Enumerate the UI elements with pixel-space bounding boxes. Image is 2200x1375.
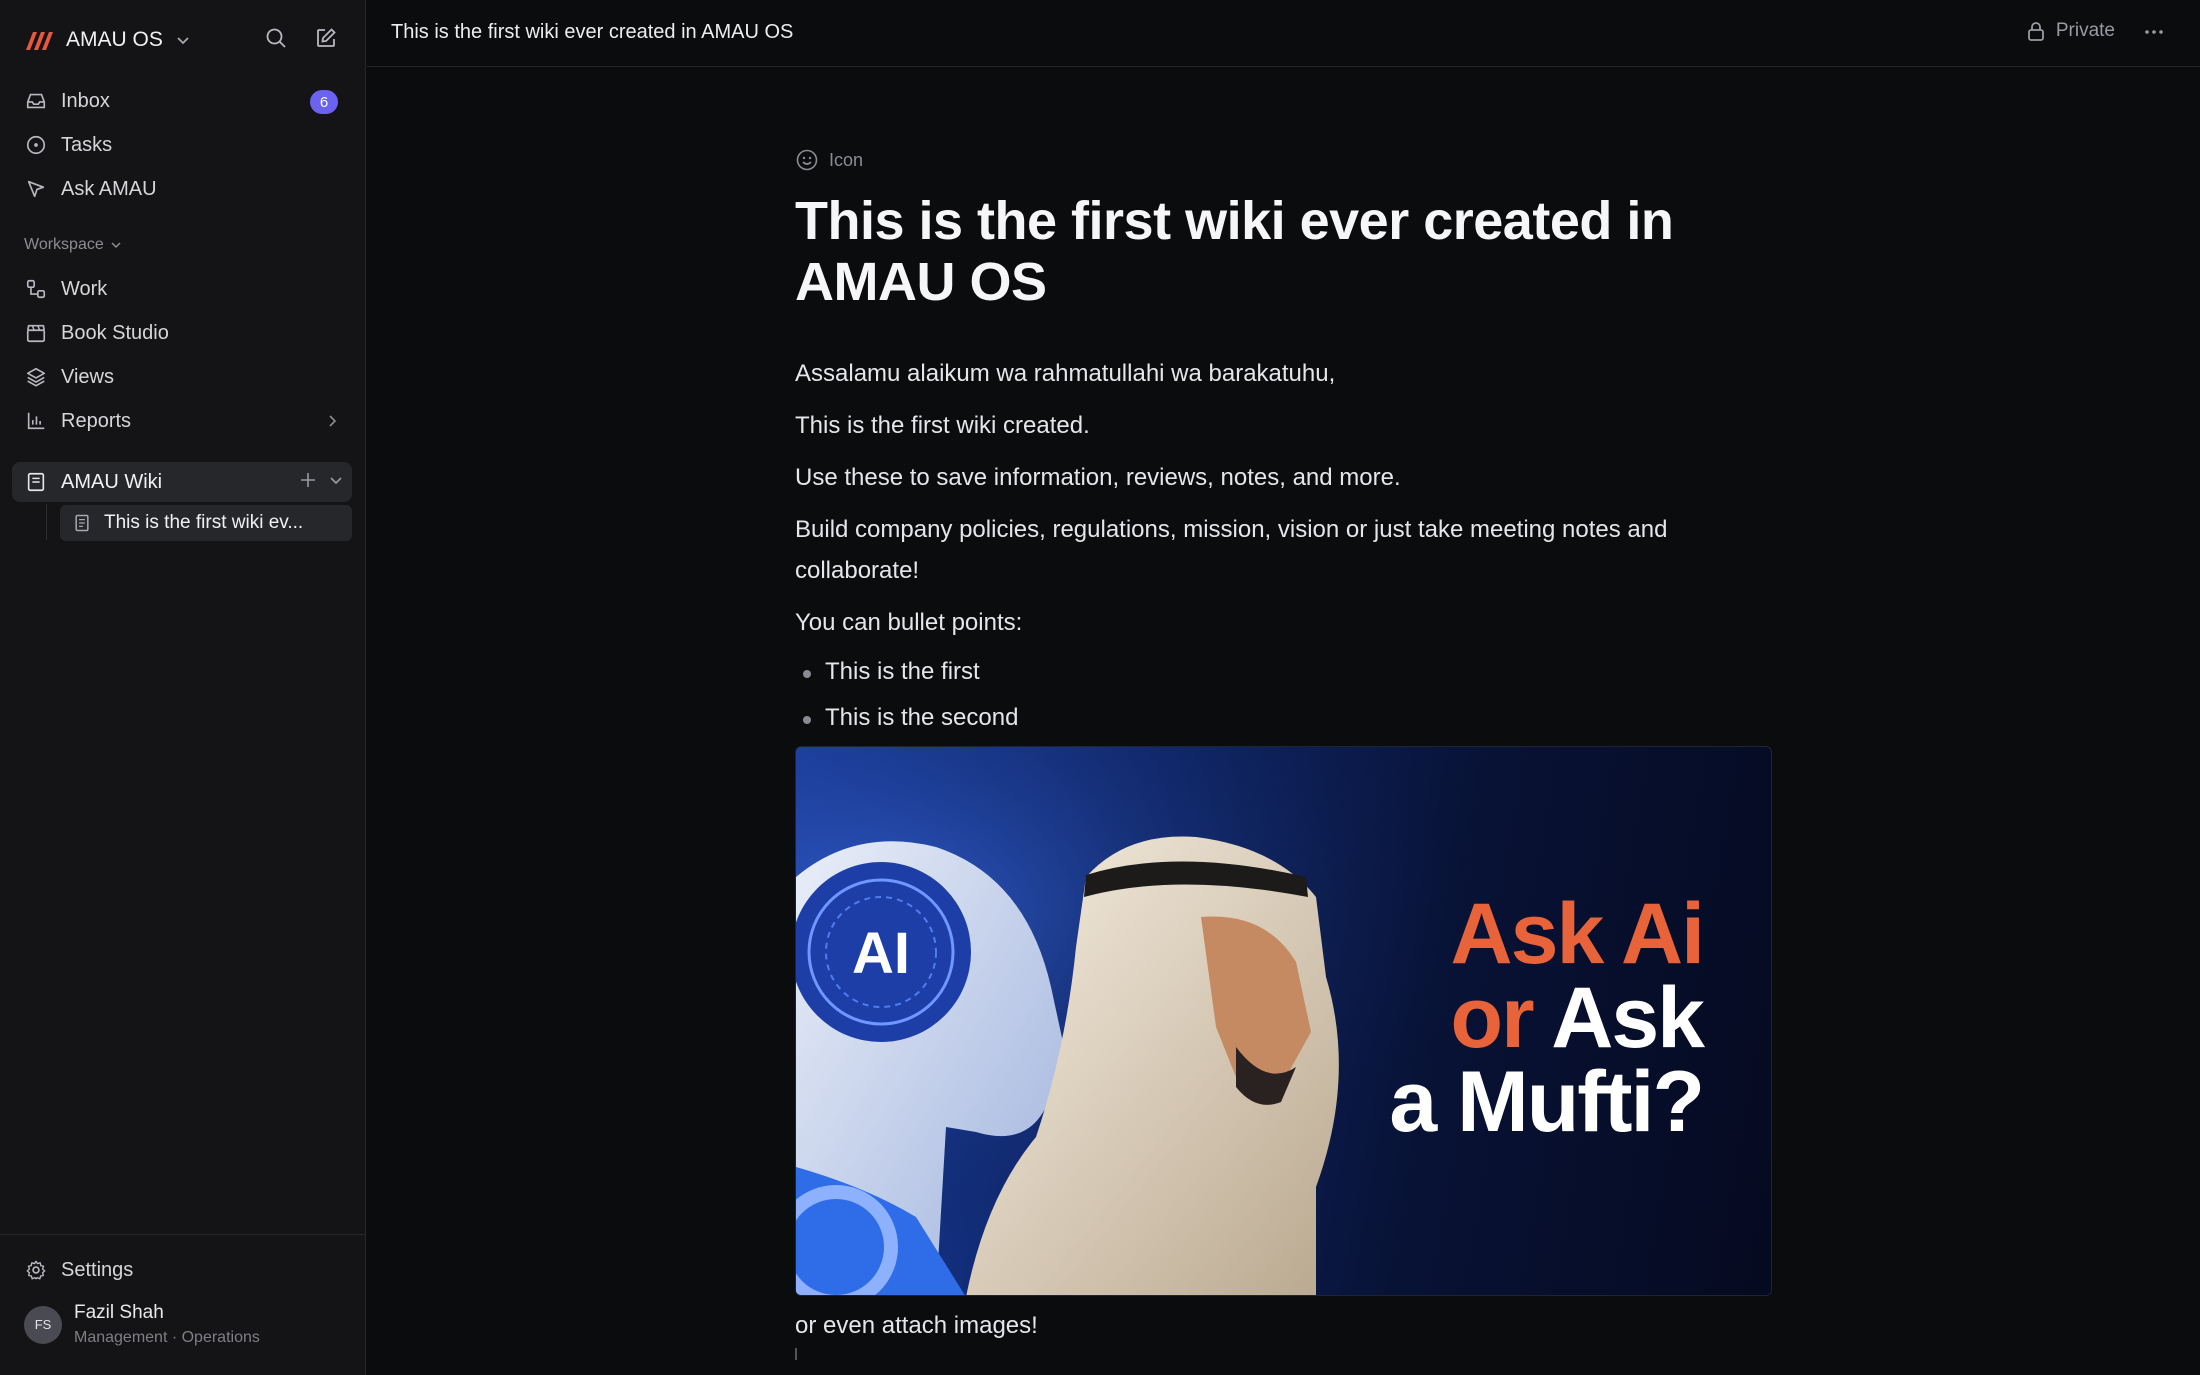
sidebar-item-label: Ask AMAU: [61, 177, 157, 200]
list-item[interactable]: This is the first: [795, 654, 1775, 690]
sidebar-item-reports[interactable]: Reports: [12, 401, 352, 441]
topbar: This is the first wiki ever created in A…: [367, 0, 2200, 67]
pointer-icon: [24, 177, 48, 201]
workspace-section-header[interactable]: Workspace: [24, 236, 122, 254]
sidebar-item-label: Inbox: [61, 89, 110, 112]
section-label: Workspace: [24, 236, 104, 253]
sidebar-item-views[interactable]: Views: [12, 357, 352, 397]
sidebar-item-label: Settings: [61, 1258, 134, 1281]
sidebar-item-settings[interactable]: Settings: [12, 1250, 352, 1290]
paragraph[interactable]: This is the first wiki created.: [795, 405, 1775, 446]
document-body: Icon This is the first wiki ever created…: [795, 140, 1775, 1360]
user-name: Fazil Shah: [74, 1302, 164, 1323]
chevron-down-icon: [177, 37, 189, 45]
inbox-count-badge: 6: [310, 90, 338, 114]
sidebar: AMAU OS Inbox 6 Tasks Ask AMAU Workspace…: [0, 0, 366, 1375]
sidebar-item-label: Book Studio: [61, 321, 169, 344]
chevron-down-icon[interactable]: [328, 472, 344, 488]
workspace-name: AMAU OS: [66, 28, 163, 51]
hero-line-3: a Mufti?: [1389, 1054, 1705, 1150]
chevron-right-icon[interactable]: [324, 413, 340, 429]
privacy-label: Private: [2055, 20, 2115, 41]
sidebar-item-work[interactable]: Work: [12, 269, 352, 309]
tree-connector: [46, 504, 47, 540]
more-options-icon[interactable]: [2142, 20, 2166, 44]
paragraph[interactable]: Use these to save information, reviews, …: [795, 457, 1775, 498]
hero-headline: Ask Ai or Ask a Mufti?: [1389, 886, 1705, 1150]
sidebar-item-label: Work: [61, 277, 108, 300]
sidebar-item-wiki-page[interactable]: This is the first wiki ev...: [60, 505, 352, 541]
sidebar-item-amau-wiki[interactable]: AMAU Wiki: [12, 462, 352, 502]
hero-line-2a: or: [1450, 970, 1535, 1066]
breadcrumb-title: This is the first wiki ever created in A…: [391, 21, 794, 43]
book-icon: [24, 470, 48, 494]
attached-image[interactable]: AI Ask Ai or Ask a Mufti?: [795, 746, 1772, 1296]
document-icon: [75, 514, 89, 532]
task-circle-icon: [24, 133, 48, 157]
page-title[interactable]: This is the first wiki ever created in A…: [795, 191, 1775, 313]
paragraph[interactable]: or even attach images!: [795, 1312, 1775, 1340]
user-profile[interactable]: FS Fazil Shah Management · Operations: [24, 1302, 260, 1347]
workspace-switcher[interactable]: AMAU OS: [24, 22, 344, 58]
privacy-button[interactable]: Private: [2026, 20, 2115, 42]
avatar: FS: [24, 1305, 62, 1344]
sidebar-divider: [0, 1234, 366, 1235]
smiley-icon: [796, 149, 818, 171]
user-role: Management · Operations: [74, 1329, 260, 1346]
paragraph[interactable]: You can bullet points:: [795, 602, 1775, 643]
workflow-icon: [24, 277, 48, 301]
add-icon-button[interactable]: Icon: [795, 140, 1775, 180]
lock-icon: [2027, 22, 2044, 41]
layers-icon: [24, 365, 48, 389]
paragraph[interactable]: Build company policies, regulations, mis…: [795, 509, 1775, 591]
list-item[interactable]: This is the second: [795, 700, 1775, 736]
sidebar-item-label: Reports: [61, 409, 132, 432]
sidebar-item-label: AMAU Wiki: [61, 470, 163, 493]
paragraph[interactable]: Assalamu alaikum wa rahmatullahi wa bara…: [795, 353, 1775, 394]
hero-line-2b: Ask: [1551, 970, 1705, 1066]
hero-line-1: Ask Ai: [1450, 886, 1705, 982]
text-cursor: [795, 1348, 797, 1360]
icon-label: Icon: [829, 149, 864, 170]
robot-ai-label: AI: [852, 921, 910, 986]
inbox-icon: [24, 89, 48, 113]
add-icon[interactable]: [298, 470, 318, 490]
gear-icon: [24, 1258, 48, 1282]
bar-chart-icon: [24, 409, 48, 433]
compose-icon[interactable]: [312, 24, 340, 52]
clapperboard-icon: [24, 321, 48, 345]
sidebar-item-label: This is the first wiki ev...: [104, 512, 304, 533]
chevron-down-icon: [111, 242, 121, 249]
sidebar-item-inbox[interactable]: Inbox 6: [12, 81, 352, 121]
sidebar-item-ask-amau[interactable]: Ask AMAU: [12, 169, 352, 209]
sidebar-item-label: Views: [61, 365, 114, 388]
bullet-list: This is the first This is the second: [795, 654, 1775, 736]
sidebar-item-book-studio[interactable]: Book Studio: [12, 313, 352, 353]
sidebar-item-tasks[interactable]: Tasks: [12, 125, 352, 165]
amau-logo-icon: [26, 32, 53, 50]
search-icon[interactable]: [262, 24, 290, 52]
sidebar-item-label: Tasks: [61, 133, 113, 156]
